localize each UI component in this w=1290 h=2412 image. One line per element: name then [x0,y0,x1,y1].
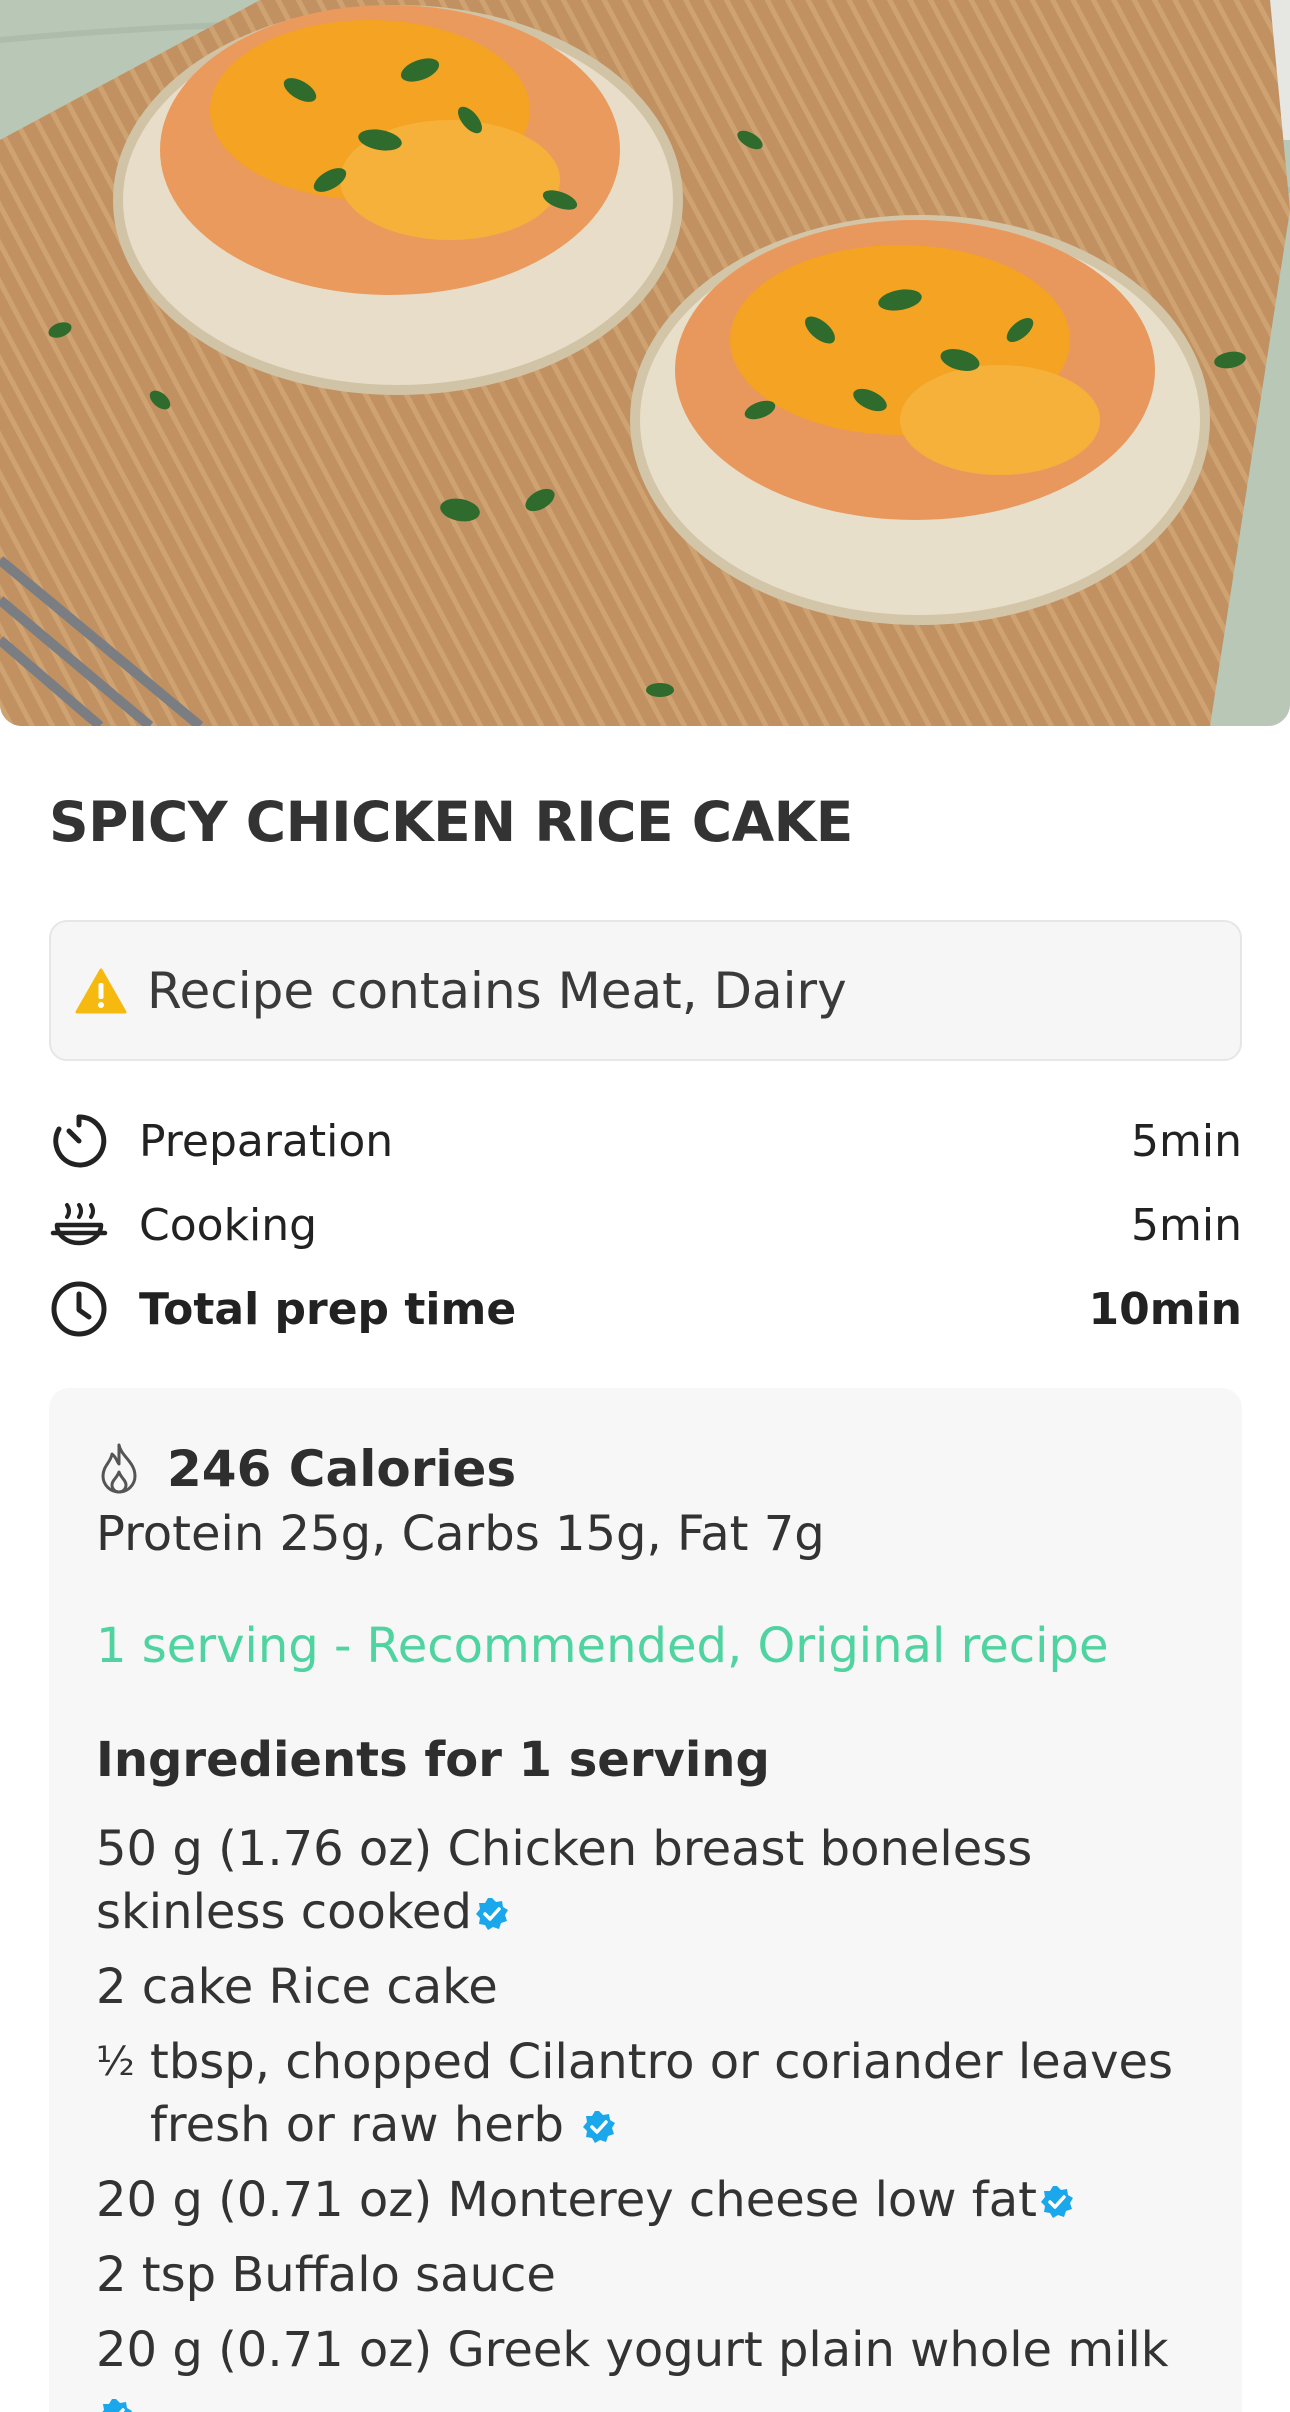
time-value: 10min [1088,1283,1242,1335]
ingredient-item[interactable]: 2 tsp Buffalo sauce [96,2244,1206,2307]
calories-row: 246 Calories [95,1440,516,1498]
recipe-title: SPICY CHICKEN RICE CAKE [49,790,853,854]
verified-badge-icon [581,2098,617,2143]
time-label: Preparation [139,1115,394,1167]
nutrition-card: 246 Calories Protein 25g, Carbs 15g, Fat… [49,1388,1242,2412]
ingredient-text: 50 g (1.76 oz) Chicken breast boneless s… [96,1821,1033,1940]
verified-badge-icon [1039,2173,1075,2218]
time-label: Total prep time [139,1283,517,1335]
ingredient-item[interactable]: 2 cake Rice cake [96,1956,1206,2019]
calories-value: 246 Calories [167,1440,517,1498]
serving-selector[interactable]: 1 serving - Recommended, Original recipe [96,1618,1109,1674]
ingredient-text: 20 g (0.71 oz) Monterey cheese low fat [96,2172,1037,2228]
ingredient-item[interactable]: 50 g (1.76 oz) Chicken breast boneless s… [96,1818,1206,1944]
ingredients-list: 50 g (1.76 oz) Chicken breast boneless s… [96,1818,1206,2412]
allergen-notice: Recipe contains Meat, Dairy [49,920,1242,1061]
preparation-time-row: Preparation 5min [49,1105,1242,1177]
verified-badge-icon [98,2386,134,2412]
verified-badge-icon [474,1885,510,1930]
ingredient-text: 20 g (0.71 oz) Greek yogurt plain whole … [96,2322,1169,2378]
time-value: 5min [1131,1115,1242,1167]
ingredient-item[interactable]: ½ tbsp, chopped Cilantro or coriander le… [96,2031,1206,2157]
ingredient-text: 2 cake Rice cake [96,1959,498,2015]
warning-icon [75,968,127,1014]
time-value: 5min [1131,1199,1242,1251]
cooking-time-row: Cooking 5min [49,1189,1242,1261]
recipe-photo [0,0,1290,726]
total-time-row: Total prep time 10min [49,1273,1242,1345]
ingredient-fraction: ½ [96,2039,135,2085]
macros-text: Protein 25g, Carbs 15g, Fat 7g [96,1506,825,1562]
ingredient-text: tbsp, chopped Cilantro or coriander leav… [150,2034,1174,2153]
ingredient-item[interactable]: 20 g (0.71 oz) Monterey cheese low fat [96,2169,1206,2232]
ingredient-item[interactable]: 20 g (0.71 oz) Greek yogurt plain whole … [96,2319,1206,2412]
ingredients-heading: Ingredients for 1 serving [96,1732,770,1788]
cooking-pot-icon [49,1195,109,1255]
ingredient-text: 2 tsp Buffalo sauce [96,2247,556,2303]
allergen-text: Recipe contains Meat, Dairy [147,961,847,1020]
flame-icon [95,1442,143,1496]
clock-icon [49,1279,109,1339]
timer-icon [49,1111,109,1171]
time-label: Cooking [139,1199,318,1251]
